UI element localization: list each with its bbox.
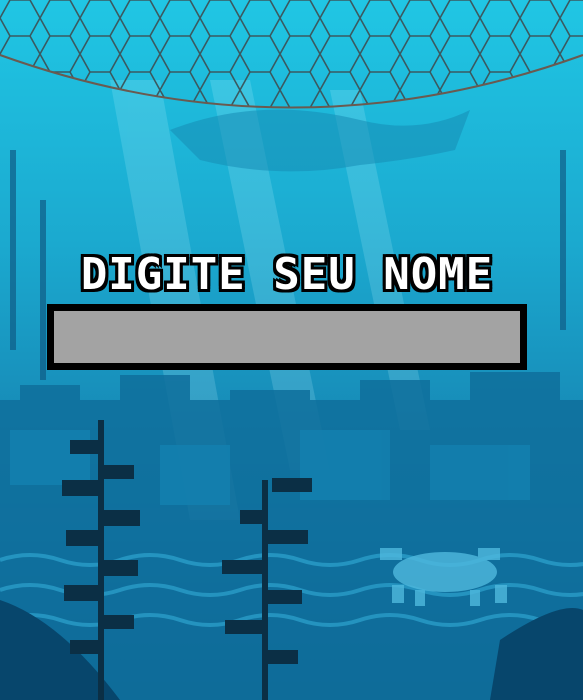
player-name-input[interactable] [47,304,527,370]
enter-name-prompt: DIGITE SEU NOME [80,248,494,300]
